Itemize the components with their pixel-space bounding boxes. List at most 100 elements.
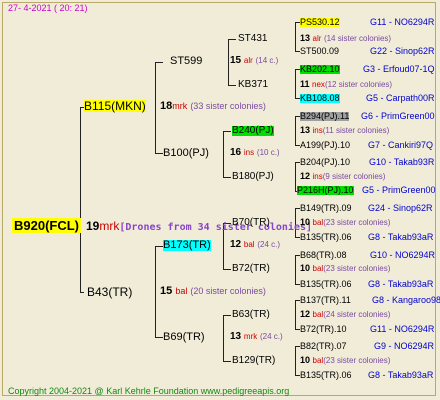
- connector-line: [223, 361, 231, 362]
- level4-line-info: G5 - Carpath00R: [366, 93, 435, 103]
- mating-count: 10: [300, 217, 311, 227]
- sister-note: (11 sister colonies): [322, 126, 390, 135]
- level3-queen[interactable]: B63(TR): [232, 310, 270, 320]
- mating-count: 15: [230, 55, 242, 66]
- level4-line-info: G11 - NO6294R: [370, 324, 435, 334]
- mating-abbr: ins: [312, 126, 323, 135]
- level2-queen[interactable]: B100(PJ): [163, 148, 209, 159]
- level4-queen[interactable]: KB202.10: [300, 65, 340, 74]
- mating-abbr: mrk: [172, 101, 188, 111]
- level3-mating-info: 10 bal(23 sister colonies): [300, 356, 390, 365]
- mating-abbr: mrk: [243, 332, 258, 341]
- sister-note: (23 sister colonies): [323, 264, 391, 273]
- mating-count: 10: [300, 355, 311, 365]
- mating-abbr: bal: [243, 240, 255, 249]
- root-mating-abbr: mrk: [99, 219, 120, 233]
- level2-queen[interactable]: B173(TR): [163, 240, 211, 251]
- level4-line-info: G8 - Kangaroo98R: [372, 295, 440, 305]
- connector-line: [295, 116, 296, 146]
- sister-note: (24 sister colonies): [323, 310, 391, 319]
- level3-queen[interactable]: B70(TR): [232, 218, 270, 228]
- sister-note: (24 c.): [257, 240, 281, 249]
- level1-mating-info: 15 bal (20 sister colonies): [160, 286, 266, 297]
- level3-mating-info: 13 alr (14 sister colonies): [300, 34, 391, 43]
- level4-queen[interactable]: PS530.12: [300, 18, 340, 27]
- mating-abbr: bal: [312, 264, 324, 273]
- level4-line-info: G8 - Takab93aR: [368, 232, 434, 242]
- level4-queen[interactable]: B135(TR).06: [300, 371, 352, 380]
- mating-count: 12: [230, 239, 242, 250]
- level4-queen[interactable]: ST500.09: [300, 47, 339, 56]
- connector-line: [223, 315, 224, 362]
- level4-queen[interactable]: KB108.08: [300, 94, 340, 103]
- mating-count: 12: [300, 171, 311, 181]
- level3-queen[interactable]: B72(TR): [232, 264, 270, 274]
- connector-line: [228, 85, 236, 86]
- connector-line: [295, 300, 296, 330]
- level2-mating-info: 13 mrk (24 c.): [230, 332, 283, 342]
- level3-mating-info: 10 bal(23 sister colonies): [300, 264, 390, 273]
- pedigree-chart: 27- 4-2021 ( 20: 21) B920(FCL) 19mrk[Dro…: [0, 0, 440, 400]
- connector-line: [295, 162, 296, 192]
- connector-line: [155, 246, 163, 247]
- level4-queen[interactable]: A199(PJ).10: [300, 141, 350, 150]
- level4-queen[interactable]: B82(TR).07: [300, 342, 347, 351]
- level3-queen[interactable]: B240(PJ): [232, 126, 274, 136]
- sister-note: (14 c.): [255, 56, 279, 65]
- root-queen[interactable]: B920(FCL): [12, 218, 82, 233]
- level4-line-info: G7 - Cankiri97Q: [368, 140, 434, 150]
- mating-count: 18: [160, 100, 173, 112]
- sister-note: (10 c.): [256, 148, 280, 157]
- sister-note: (20 sister colonies): [190, 286, 266, 296]
- level1-queen[interactable]: B115(MKN): [84, 100, 146, 112]
- sister-note: (33 sister colonies): [190, 101, 266, 111]
- mating-count: 15: [160, 285, 173, 297]
- mating-count: 10: [300, 263, 311, 273]
- connector-line: [295, 69, 296, 99]
- connector-line: [223, 315, 231, 316]
- level4-queen[interactable]: B294(PJ).11: [300, 112, 350, 121]
- level4-queen[interactable]: B135(TR).06: [300, 233, 352, 242]
- level3-queen[interactable]: B129(TR): [232, 356, 275, 366]
- level4-line-info: G24 - Sinop62R: [368, 203, 433, 213]
- connector-line: [155, 62, 156, 154]
- level2-mating-info: 15 alr (14 c.): [230, 56, 278, 66]
- level4-line-info: G3 - Erfoud07-1Q: [363, 64, 435, 74]
- level4-queen[interactable]: B149(TR).09: [300, 204, 352, 213]
- connector-line: [223, 269, 231, 270]
- level3-mating-info: 11 nex(12 sister colonies): [300, 80, 392, 89]
- level4-line-info: G9 - NO6294R: [374, 341, 435, 351]
- level4-queen[interactable]: B72(TR).10: [300, 325, 347, 334]
- connector-line: [223, 131, 224, 178]
- level4-queen[interactable]: B68(TR).08: [300, 251, 347, 260]
- mating-abbr: ins: [312, 172, 323, 181]
- sister-note: (9 sister colonies): [322, 172, 386, 181]
- mating-abbr: nex: [312, 80, 325, 89]
- level2-queen[interactable]: B69(TR): [163, 332, 205, 343]
- mating-abbr: bal: [312, 218, 324, 227]
- level3-queen[interactable]: ST431: [238, 34, 267, 44]
- sister-note: (14 sister colonies): [323, 34, 392, 43]
- level4-queen[interactable]: B135(TR).06: [300, 280, 352, 289]
- level4-queen[interactable]: B137(TR).11: [300, 296, 351, 305]
- connector-line: [155, 62, 163, 63]
- sister-note: (24 c.): [260, 332, 283, 341]
- level4-queen[interactable]: P216H(PJ).10: [297, 186, 354, 195]
- level4-line-info: G10 - NO6294R: [370, 250, 436, 260]
- level2-mating-info: 16 ins (10 c.): [230, 148, 280, 158]
- connector-line: [155, 337, 163, 338]
- mating-count: 12: [300, 309, 311, 319]
- level4-queen[interactable]: B204(PJ).10: [300, 158, 350, 167]
- mating-count: 13: [300, 33, 311, 43]
- level4-line-info: G8 - Takab93aR: [368, 279, 434, 289]
- level4-line-info: G8 - Takab93aR: [368, 370, 434, 380]
- level3-queen[interactable]: KB371: [238, 80, 268, 90]
- connector-line: [295, 346, 296, 376]
- level1-queen[interactable]: B43(TR): [87, 286, 132, 298]
- level3-mating-info: 10 bal(23 sister colonies): [300, 218, 390, 227]
- level2-queen[interactable]: ST599: [170, 56, 202, 67]
- level3-queen[interactable]: B180(PJ): [232, 172, 274, 182]
- root-mating-count: 19: [86, 219, 100, 233]
- sister-note: (12 sister colonies): [324, 80, 393, 89]
- level4-line-info: G6 - PrimGreen00: [361, 111, 435, 121]
